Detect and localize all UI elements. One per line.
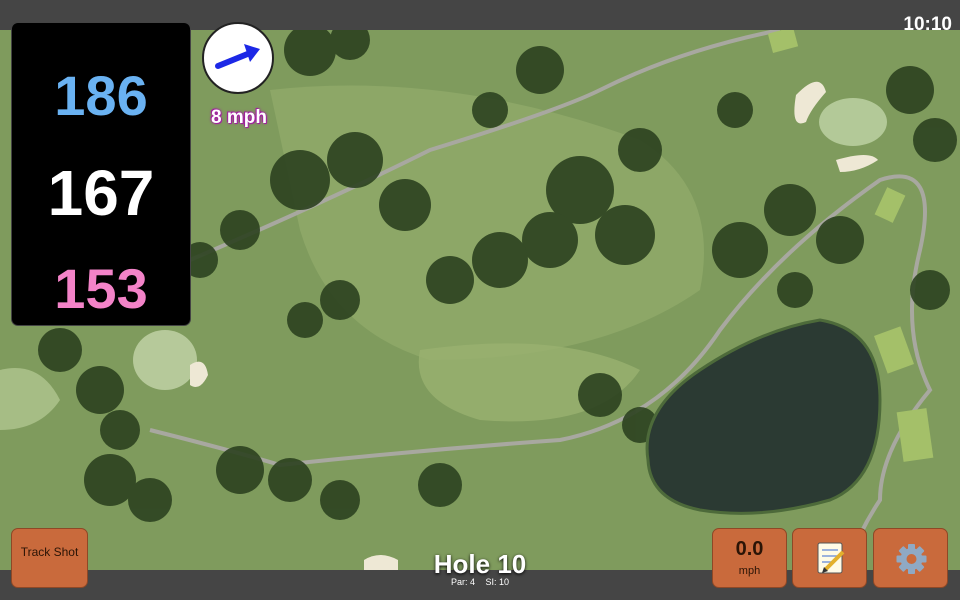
hole-par: Par: 4	[450, 577, 475, 587]
notepad-icon	[817, 542, 845, 574]
middle-distance: 167	[47, 157, 155, 229]
distance-panel: 186 167 153	[11, 22, 191, 326]
track-shot-button[interactable]: Track Shot	[11, 528, 88, 588]
gear-icon	[896, 544, 927, 574]
notes-button[interactable]	[792, 528, 867, 588]
hole-title: Hole 10	[433, 549, 527, 579]
track-shot-label: Track Shot	[20, 545, 79, 559]
back-distance: 186	[54, 64, 148, 127]
wind-speed-unit: mph	[738, 565, 761, 577]
settings-button[interactable]	[873, 528, 948, 588]
wind-direction-indicator	[202, 22, 274, 94]
hole-stroke-index: SI: 10	[485, 577, 510, 587]
hole-meta: Par: 4 SI: 10	[420, 577, 540, 587]
wind-arrow-icon	[215, 44, 260, 69]
wind-speed-value: 0.0	[735, 538, 764, 560]
wind-speed-button[interactable]: 0.0 mph	[712, 528, 787, 588]
wind-speed-label: 8 mph	[211, 107, 267, 128]
front-distance: 153	[54, 257, 148, 320]
